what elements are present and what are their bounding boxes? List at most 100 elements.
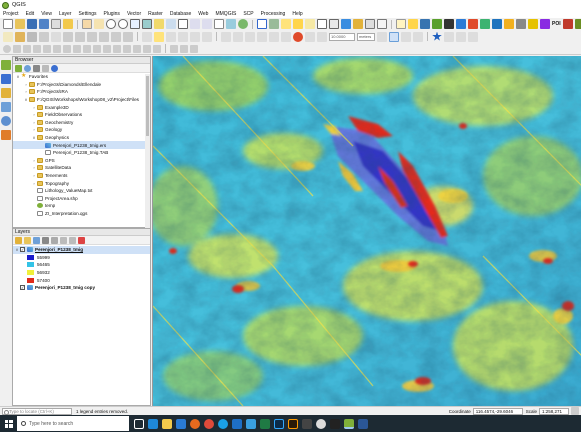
annotation-icon[interactable] bbox=[377, 19, 387, 29]
remove-layer-icon[interactable] bbox=[78, 236, 85, 244]
zoom-layer-icon[interactable] bbox=[166, 19, 176, 29]
vertex-tool-icon[interactable] bbox=[51, 31, 61, 42]
cursor-icon[interactable] bbox=[389, 31, 399, 42]
snapping-icon[interactable] bbox=[293, 31, 303, 42]
trace-icon[interactable] bbox=[413, 31, 423, 42]
pin-labels-icon[interactable] bbox=[154, 31, 164, 42]
menu-database[interactable]: Database bbox=[170, 11, 191, 17]
rotate-label-icon[interactable] bbox=[190, 31, 200, 42]
browser-item[interactable]: ZI_Interpretation.qgs bbox=[13, 210, 150, 218]
filter-icon[interactable] bbox=[33, 64, 40, 72]
browser-item[interactable]: ∨ F:/QGIS\Workshops\Workshop08_v2\Project… bbox=[13, 96, 150, 104]
browser-item[interactable]: › SatelliteData bbox=[13, 164, 150, 172]
menu-view[interactable]: View bbox=[41, 11, 52, 17]
delete-ring-icon[interactable] bbox=[73, 44, 81, 53]
map-tips-icon[interactable] bbox=[396, 19, 406, 29]
zoom-full-icon[interactable] bbox=[142, 19, 152, 29]
path-icon[interactable] bbox=[468, 31, 478, 42]
firefox-icon[interactable] bbox=[190, 418, 200, 429]
coordinate-field[interactable]: 116.4574,-29.6046 bbox=[472, 407, 523, 415]
app-circle-icon[interactable] bbox=[316, 418, 326, 429]
lock-scale-icon[interactable] bbox=[571, 407, 579, 415]
scale-field[interactable]: 1:258,271 bbox=[539, 407, 569, 415]
rotate-feature-icon[interactable] bbox=[190, 44, 198, 53]
copy-features-icon[interactable] bbox=[87, 31, 97, 42]
zoom-selection-icon[interactable] bbox=[154, 19, 164, 29]
browser-item[interactable]: › Geochemistry bbox=[13, 119, 150, 127]
browser-item[interactable]: ∨ ★ Favorites bbox=[13, 73, 150, 81]
new-project-icon[interactable] bbox=[3, 19, 13, 29]
python-console-icon[interactable] bbox=[420, 19, 430, 29]
add-ring-feature-icon[interactable] bbox=[180, 44, 188, 53]
menu-layer[interactable]: Layer bbox=[59, 11, 72, 17]
measure-icon[interactable] bbox=[365, 19, 375, 29]
browser-item[interactable]: Perenjori_P1238_tmig.TAB bbox=[13, 149, 150, 157]
add-ring-icon[interactable] bbox=[43, 44, 51, 53]
zoom-in-icon[interactable] bbox=[106, 19, 116, 29]
rotate-symbols-icon[interactable] bbox=[153, 44, 161, 53]
print-layout-icon[interactable] bbox=[51, 19, 61, 29]
refresh-icon[interactable] bbox=[24, 64, 31, 72]
move-label-icon[interactable] bbox=[178, 31, 188, 42]
browser-item[interactable]: › F:/Projects\IRA bbox=[13, 88, 150, 96]
layer-visibility-checkbox[interactable]: ✓ bbox=[20, 285, 25, 291]
magnetic-raster-map[interactable] bbox=[153, 56, 581, 406]
action-icon[interactable] bbox=[269, 19, 279, 29]
browser-item[interactable]: Lithology_ValueMap.txt bbox=[13, 187, 150, 195]
save-as-icon[interactable] bbox=[39, 19, 49, 29]
profile-icon[interactable] bbox=[456, 31, 466, 42]
filter-legend-icon[interactable] bbox=[42, 236, 49, 244]
illustrator-icon[interactable] bbox=[288, 418, 298, 429]
add-raster-layer-icon[interactable] bbox=[1, 74, 11, 84]
gps-line-icon[interactable] bbox=[444, 31, 454, 42]
simplify-icon[interactable] bbox=[170, 44, 178, 53]
app-dark-icon[interactable] bbox=[330, 418, 340, 429]
layer-visibility-checkbox[interactable]: ✓ bbox=[20, 247, 25, 253]
topological-editing-icon[interactable] bbox=[377, 31, 387, 42]
show-labels-icon[interactable] bbox=[166, 31, 176, 42]
refresh-icon[interactable] bbox=[238, 19, 248, 29]
split-parts-icon[interactable] bbox=[123, 44, 131, 53]
edge-icon[interactable] bbox=[148, 418, 158, 429]
save-project-icon[interactable] bbox=[27, 19, 37, 29]
plugin-a-icon[interactable] bbox=[432, 19, 442, 29]
layer-item[interactable]: ∨ ✓ Perenjori_P1238_tmig bbox=[13, 246, 150, 254]
add-circle-icon[interactable] bbox=[3, 44, 11, 53]
add-group-icon[interactable] bbox=[24, 236, 31, 244]
menu-raster[interactable]: Raster bbox=[148, 11, 163, 17]
advanced-digitize-d-icon[interactable] bbox=[257, 31, 267, 42]
browser-item[interactable]: ∨ Geophysics bbox=[13, 134, 150, 142]
add-spatialite-icon[interactable] bbox=[1, 102, 11, 112]
layout-manager-icon[interactable] bbox=[63, 19, 73, 29]
add-wms-icon[interactable] bbox=[1, 116, 11, 126]
advanced-digitize-e-icon[interactable] bbox=[269, 31, 279, 42]
browser-item[interactable]: › F:/Projects\Diamonds\Ellendale bbox=[13, 81, 150, 89]
chrome-icon[interactable] bbox=[204, 418, 214, 429]
properties-icon[interactable] bbox=[51, 64, 58, 72]
menu-edit[interactable]: Edit bbox=[26, 11, 35, 17]
layer-item[interactable]: ✓ Perenjori_P1238_tmig copy bbox=[13, 284, 150, 292]
browser-item[interactable]: › GPS bbox=[13, 157, 150, 165]
new-map-view-icon[interactable] bbox=[214, 19, 224, 29]
split-features-icon[interactable] bbox=[113, 44, 121, 53]
advanced-digitize-b-icon[interactable] bbox=[233, 31, 243, 42]
current-edits-icon[interactable] bbox=[3, 31, 13, 42]
paste-features-icon[interactable] bbox=[99, 31, 109, 42]
plugin-e-icon[interactable] bbox=[480, 19, 490, 29]
browser-item[interactable]: ProjectArea.shp bbox=[13, 195, 150, 203]
zoom-native-icon[interactable] bbox=[178, 19, 188, 29]
bookmark-icon[interactable] bbox=[408, 19, 418, 29]
offset-curve-icon[interactable] bbox=[103, 44, 111, 53]
plugin-d-icon[interactable] bbox=[468, 19, 478, 29]
manage-map-themes-icon[interactable] bbox=[33, 236, 40, 244]
open-project-icon[interactable] bbox=[15, 19, 25, 29]
plugin-l-icon[interactable] bbox=[574, 19, 581, 29]
browser-item[interactable]: › Tenements bbox=[13, 172, 150, 180]
browser-item[interactable]: › Topography bbox=[13, 179, 150, 187]
select-features-icon[interactable] bbox=[281, 19, 291, 29]
field-calculator-icon[interactable] bbox=[329, 19, 339, 29]
undo-icon[interactable] bbox=[111, 31, 121, 42]
fill-ring-icon[interactable] bbox=[63, 44, 71, 53]
menu-mmqgis[interactable]: MMQGIS bbox=[215, 11, 236, 17]
store-icon[interactable] bbox=[176, 418, 186, 429]
